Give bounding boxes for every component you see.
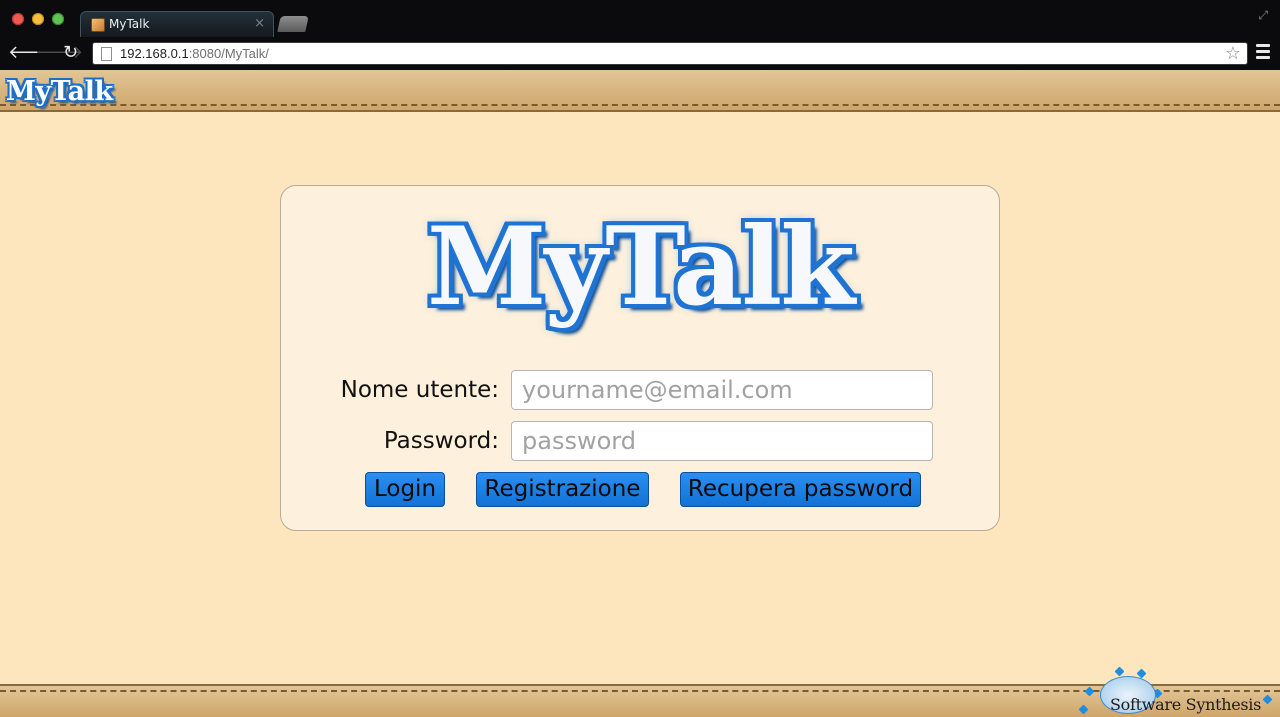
app-logo: MyTalk (426, 204, 855, 330)
address-bar[interactable]: 192.168.0.1:8080/MyTalk/ ☆ (92, 42, 1248, 65)
software-synthesis-logo[interactable]: Software Synthesis (1076, 664, 1280, 717)
reload-icon[interactable]: ↻ (63, 43, 78, 63)
fullscreen-icon[interactable]: ⤢ (1258, 8, 1268, 23)
zoom-window-button[interactable] (52, 13, 64, 25)
puzzle-piece-icon (1262, 694, 1273, 705)
header-logo[interactable]: MyTalk (6, 76, 113, 107)
url-host: 192.168.0.1 (120, 46, 189, 61)
puzzle-piece-icon (1084, 686, 1095, 697)
login-card: MyTalk Nome utente: Password: Login Regi… (280, 185, 1000, 531)
bookmark-star-icon[interactable]: ☆ (1225, 43, 1241, 64)
url-path: :8080/MyTalk/ (188, 46, 269, 61)
password-label: Password: (383, 428, 499, 454)
close-window-button[interactable] (12, 13, 24, 25)
new-tab-button[interactable] (277, 16, 309, 32)
browser-chrome: MyTalk × ⤢ 🡐 🡒 ↻ 192.168.0.1:8080/MyTalk… (0, 0, 1280, 70)
puzzle-piece-icon (1114, 666, 1125, 677)
url-text[interactable]: 192.168.0.1:8080/MyTalk/ (120, 46, 269, 61)
recover-password-button[interactable]: Recupera password (680, 472, 921, 507)
puzzle-piece-icon (1078, 704, 1089, 715)
minimize-window-button[interactable] (32, 13, 44, 25)
tab-close-icon[interactable]: × (254, 16, 265, 31)
password-input[interactable] (511, 421, 933, 461)
tab-title: MyTalk (109, 17, 150, 31)
browser-menu-icon[interactable] (1256, 44, 1270, 60)
brand-name: Software Synthesis (1110, 695, 1262, 714)
browser-tab[interactable]: MyTalk × (80, 11, 274, 37)
favicon-icon (91, 18, 105, 32)
username-label: Nome utente: (340, 377, 499, 403)
login-button[interactable]: Login (365, 472, 445, 507)
header-band (0, 70, 1280, 112)
register-button[interactable]: Registrazione (476, 472, 649, 507)
username-input[interactable] (511, 370, 933, 410)
page-icon (101, 47, 112, 61)
